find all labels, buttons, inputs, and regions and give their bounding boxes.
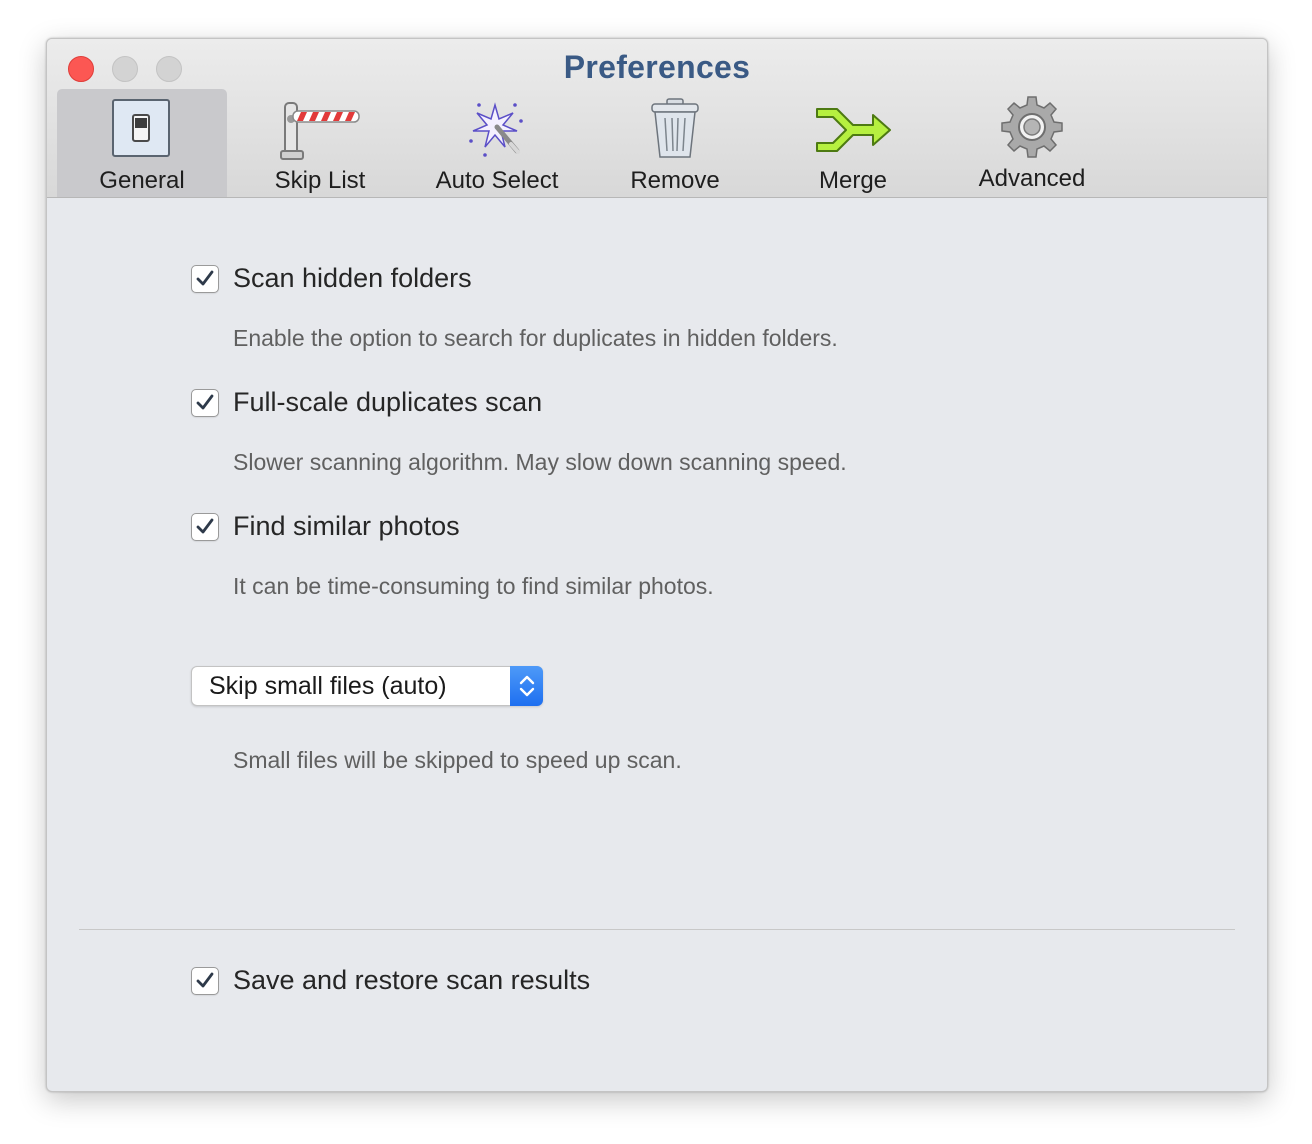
skip-files-description: Small files will be skipped to speed up …	[233, 747, 682, 773]
scan-hidden-folders-label[interactable]: Scan hidden folders	[233, 263, 472, 294]
skip-files-selected-value: Skip small files (auto)	[209, 672, 447, 700]
save-restore-results-checkbox[interactable]	[191, 967, 219, 995]
find-similar-photos-checkbox[interactable]	[191, 513, 219, 541]
tab-advanced[interactable]: Advanced	[957, 89, 1107, 197]
section-divider	[79, 929, 1235, 930]
barrier-icon	[280, 102, 360, 160]
tab-general[interactable]: General	[57, 89, 227, 197]
find-similar-photos-description: It can be time-consuming to find similar…	[233, 573, 714, 599]
switch-icon	[112, 99, 170, 157]
skip-files-popup[interactable]: Skip small files (auto)	[191, 666, 543, 706]
tab-merge[interactable]: Merge	[783, 89, 923, 197]
gear-icon	[1001, 96, 1063, 158]
tab-remove-label: Remove	[630, 167, 720, 194]
scan-hidden-folders-description: Enable the option to search for duplicat…	[233, 325, 838, 351]
tab-skip-list-label: Skip List	[274, 167, 366, 194]
magic-wand-icon	[469, 102, 523, 157]
tab-remove[interactable]: Remove	[603, 89, 747, 197]
checkmark-icon	[196, 394, 214, 410]
checkmark-icon	[196, 972, 214, 988]
full-scale-scan-checkbox[interactable]	[191, 389, 219, 417]
trash-icon	[651, 98, 699, 158]
checkmark-icon	[196, 270, 214, 286]
full-scale-scan-description: Slower scanning algorithm. May slow down…	[233, 449, 847, 475]
tab-advanced-label: Advanced	[978, 165, 1086, 192]
popup-arrows-button[interactable]	[510, 666, 543, 706]
preferences-window: Preferences General Skip List Auto Selec…	[46, 38, 1268, 1092]
tab-merge-label: Merge	[818, 167, 888, 194]
chevron-up-down-icon	[519, 675, 535, 697]
tab-auto-select-label: Auto Select	[435, 167, 559, 194]
full-scale-scan-label[interactable]: Full-scale duplicates scan	[233, 387, 542, 418]
tab-skip-list[interactable]: Skip List	[245, 89, 395, 197]
titlebar-toolbar: Preferences General Skip List Auto Selec…	[47, 39, 1267, 198]
checkmark-icon	[196, 518, 214, 534]
save-restore-results-label[interactable]: Save and restore scan results	[233, 965, 590, 996]
tab-auto-select[interactable]: Auto Select	[417, 89, 577, 197]
find-similar-photos-label[interactable]: Find similar photos	[233, 511, 460, 542]
window-title: Preferences	[563, 49, 751, 85]
tab-general-label: General	[99, 167, 185, 194]
scan-hidden-folders-checkbox[interactable]	[191, 265, 219, 293]
merge-arrow-icon	[816, 108, 891, 152]
